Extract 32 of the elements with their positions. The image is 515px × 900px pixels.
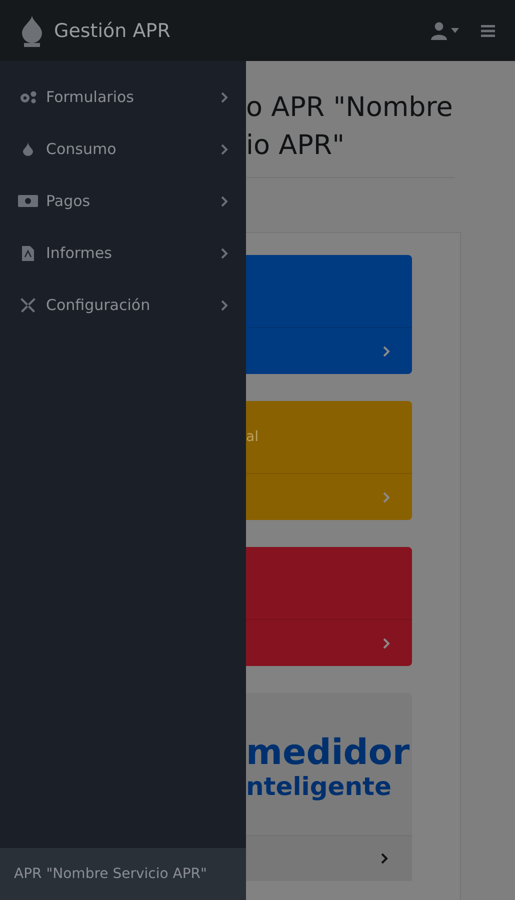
promo-text: nteligente xyxy=(246,772,392,802)
promo-card[interactable]: medidor nteligente xyxy=(246,693,412,881)
sidebar-item[interactable]: Informes xyxy=(0,227,246,279)
tile-text: al xyxy=(246,429,258,445)
banknote-icon xyxy=(18,195,38,207)
chevron-icon xyxy=(381,853,388,864)
sidebar-item[interactable]: Consumo xyxy=(0,123,246,175)
sidebar-item[interactable]: Formularios xyxy=(0,71,246,123)
sidebar-footer: APR "Nombre Servicio APR" xyxy=(0,848,246,900)
app-title: Gestión APR xyxy=(54,20,172,42)
promo-text: medidor xyxy=(246,734,411,772)
user-icon xyxy=(431,22,447,40)
gears-icon xyxy=(18,90,38,104)
chevron-icon xyxy=(221,196,228,206)
sidebar-item[interactable]: Pagos xyxy=(0,175,246,227)
caret-icon xyxy=(451,28,459,33)
menu-icon[interactable] xyxy=(481,24,495,36)
chevron-icon xyxy=(221,300,228,310)
logo-icon xyxy=(20,14,44,48)
chevron-icon xyxy=(383,492,390,502)
chevron-icon xyxy=(221,92,228,102)
sidebar-item[interactable]: Configuración xyxy=(0,279,246,331)
file-icon xyxy=(22,246,34,260)
dashboard-tile[interactable] xyxy=(246,547,412,666)
user-menu[interactable] xyxy=(431,22,459,40)
drop-icon xyxy=(23,142,33,156)
chevron-icon xyxy=(383,346,390,356)
chevron-icon xyxy=(221,144,228,154)
chevron-icon xyxy=(383,638,390,648)
page-heading: o APR "Nombre io APR" xyxy=(246,89,455,178)
dashboard-tile[interactable] xyxy=(246,255,412,374)
chevron-icon xyxy=(221,248,228,258)
